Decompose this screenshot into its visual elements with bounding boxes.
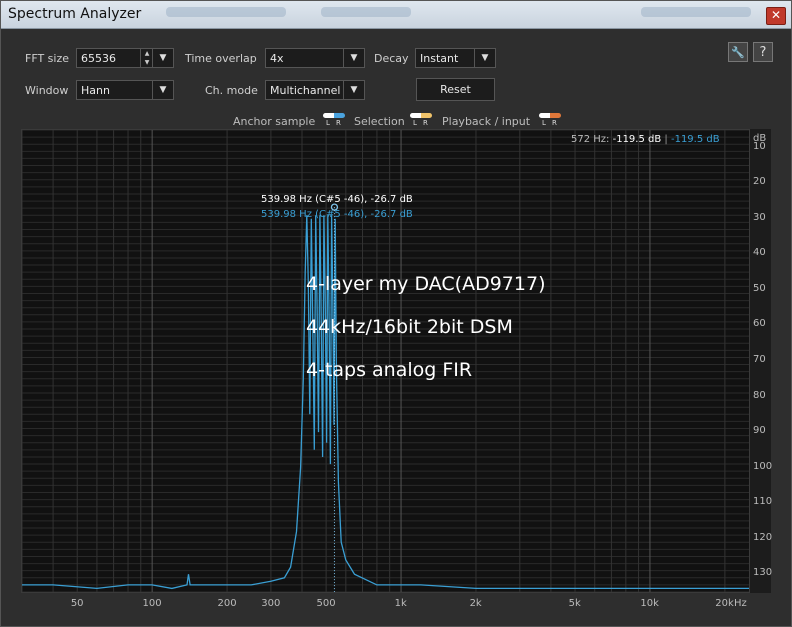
x-tick-label: 50	[70, 598, 84, 609]
wrench-icon: 🔧	[731, 46, 745, 59]
annotation-text: 44kHz/16bit 2bit DSM	[306, 316, 513, 338]
y-tick-label: 110	[753, 496, 773, 508]
peak-label-white: 539.98 Hz (C#5 -46), -26.7 dB	[261, 194, 413, 205]
ch-mode-select[interactable]: Multichannel ▼	[265, 80, 365, 100]
y-tick-label: 60	[753, 318, 766, 330]
lr-right-letter: R	[552, 119, 557, 127]
y-tick-label: 90	[753, 425, 766, 437]
selection-label: Selection	[354, 115, 405, 128]
time-overlap-select[interactable]: 4x ▼	[265, 48, 365, 68]
reset-button[interactable]: Reset	[416, 78, 495, 101]
window-func-select[interactable]: Hann ▼	[76, 80, 174, 100]
readout-separator: |	[664, 134, 668, 145]
decay-label: Decay	[374, 52, 409, 65]
y-tick-label: 40	[753, 247, 766, 259]
chevron-down-icon[interactable]: ▼	[343, 81, 364, 99]
x-tick-label: 500	[316, 598, 336, 609]
x-tick-label: 2k	[469, 598, 482, 609]
background-blur	[321, 7, 411, 17]
window-title: Spectrum Analyzer	[8, 6, 142, 22]
lr-left-letter: L	[326, 119, 330, 127]
background-blur	[641, 7, 751, 17]
y-tick-label: 30	[753, 211, 766, 223]
annotation-text: 4-taps analog FIR	[306, 359, 473, 381]
close-button[interactable]: ✕	[766, 7, 786, 25]
lr-left-letter: L	[413, 119, 417, 127]
title-bar[interactable]: Spectrum Analyzer ✕	[1, 1, 791, 29]
lr-right-letter: R	[423, 119, 428, 127]
x-tick-label: 100	[142, 598, 162, 609]
background-blur	[166, 7, 286, 17]
decay-select[interactable]: Instant ▼	[415, 48, 496, 68]
y-tick-label: 120	[753, 531, 773, 543]
readout-freq: 572 Hz:	[571, 134, 610, 145]
time-overlap-label: Time overlap	[185, 52, 257, 65]
y-tick-label: 50	[753, 282, 766, 294]
window-func-label: Window	[25, 84, 69, 97]
help-icon: ?	[759, 45, 767, 60]
peak-label-blue: 539.98 Hz (C#5 -46), -26.7 dB	[261, 209, 413, 220]
x-tick-label: 5k	[568, 598, 581, 609]
cursor-readout: 572 Hz: -119.5 dB | -119.5 dB	[571, 134, 720, 145]
time-overlap-value: 4x	[270, 52, 284, 65]
x-tick-label: 200	[217, 598, 237, 609]
chevron-down-icon[interactable]: ▼	[152, 49, 173, 67]
y-tick-label: 80	[753, 389, 766, 401]
anchor-sample-lr-indicator[interactable]: L R	[323, 113, 345, 127]
chevron-down-icon[interactable]: ▼	[474, 49, 495, 67]
anchor-sample-label: Anchor sample	[233, 115, 316, 128]
y-tick-label: 100	[753, 460, 773, 472]
spectrum-trace	[22, 215, 749, 590]
fft-size-select[interactable]: 65536 ▲ ▼ ▼	[76, 48, 174, 68]
y-tick-label: 130	[753, 567, 773, 579]
ch-mode-label: Ch. mode	[205, 84, 258, 97]
chevron-down-icon[interactable]: ▼	[152, 81, 173, 99]
fft-size-value: 65536	[81, 52, 116, 65]
decay-value: Instant	[420, 52, 459, 65]
y-tick-label: 10	[753, 140, 766, 152]
fft-size-label: FFT size	[25, 52, 70, 65]
annotation-text: 4-layer my DAC(AD9717)	[306, 273, 546, 295]
hz-unit-label: Hz	[734, 598, 747, 609]
selection-lr-indicator[interactable]: L R	[410, 113, 432, 127]
lr-left-letter: L	[542, 119, 546, 127]
selection-swatch	[410, 113, 432, 118]
x-tick-label: 10k	[640, 598, 659, 609]
chevron-down-icon[interactable]: ▼	[343, 49, 364, 67]
spectrum-analyzer-window: Spectrum Analyzer ✕ FFT size 65536 ▲ ▼ ▼ …	[0, 0, 792, 627]
playback-input-lr-indicator[interactable]: L R	[539, 113, 561, 127]
y-tick-label: 20	[753, 176, 766, 188]
lr-right-letter: R	[336, 119, 341, 127]
settings-wrench-button[interactable]: 🔧	[728, 42, 748, 62]
x-tick-label: 1k	[394, 598, 407, 609]
readout-right-db: -119.5 dB	[670, 134, 720, 145]
readout-left-db: -119.5 dB	[612, 134, 662, 145]
x-tick-label: 20k	[715, 598, 734, 609]
y-tick-label: 70	[753, 354, 766, 365]
playback-input-label: Playback / input	[442, 115, 531, 128]
help-button[interactable]: ?	[753, 42, 773, 62]
x-tick-label: 300	[261, 598, 281, 609]
window-func-value: Hann	[81, 84, 110, 97]
anchor-sample-swatch	[323, 113, 345, 118]
ch-mode-value: Multichannel	[270, 84, 341, 97]
playback-input-swatch	[539, 113, 561, 118]
